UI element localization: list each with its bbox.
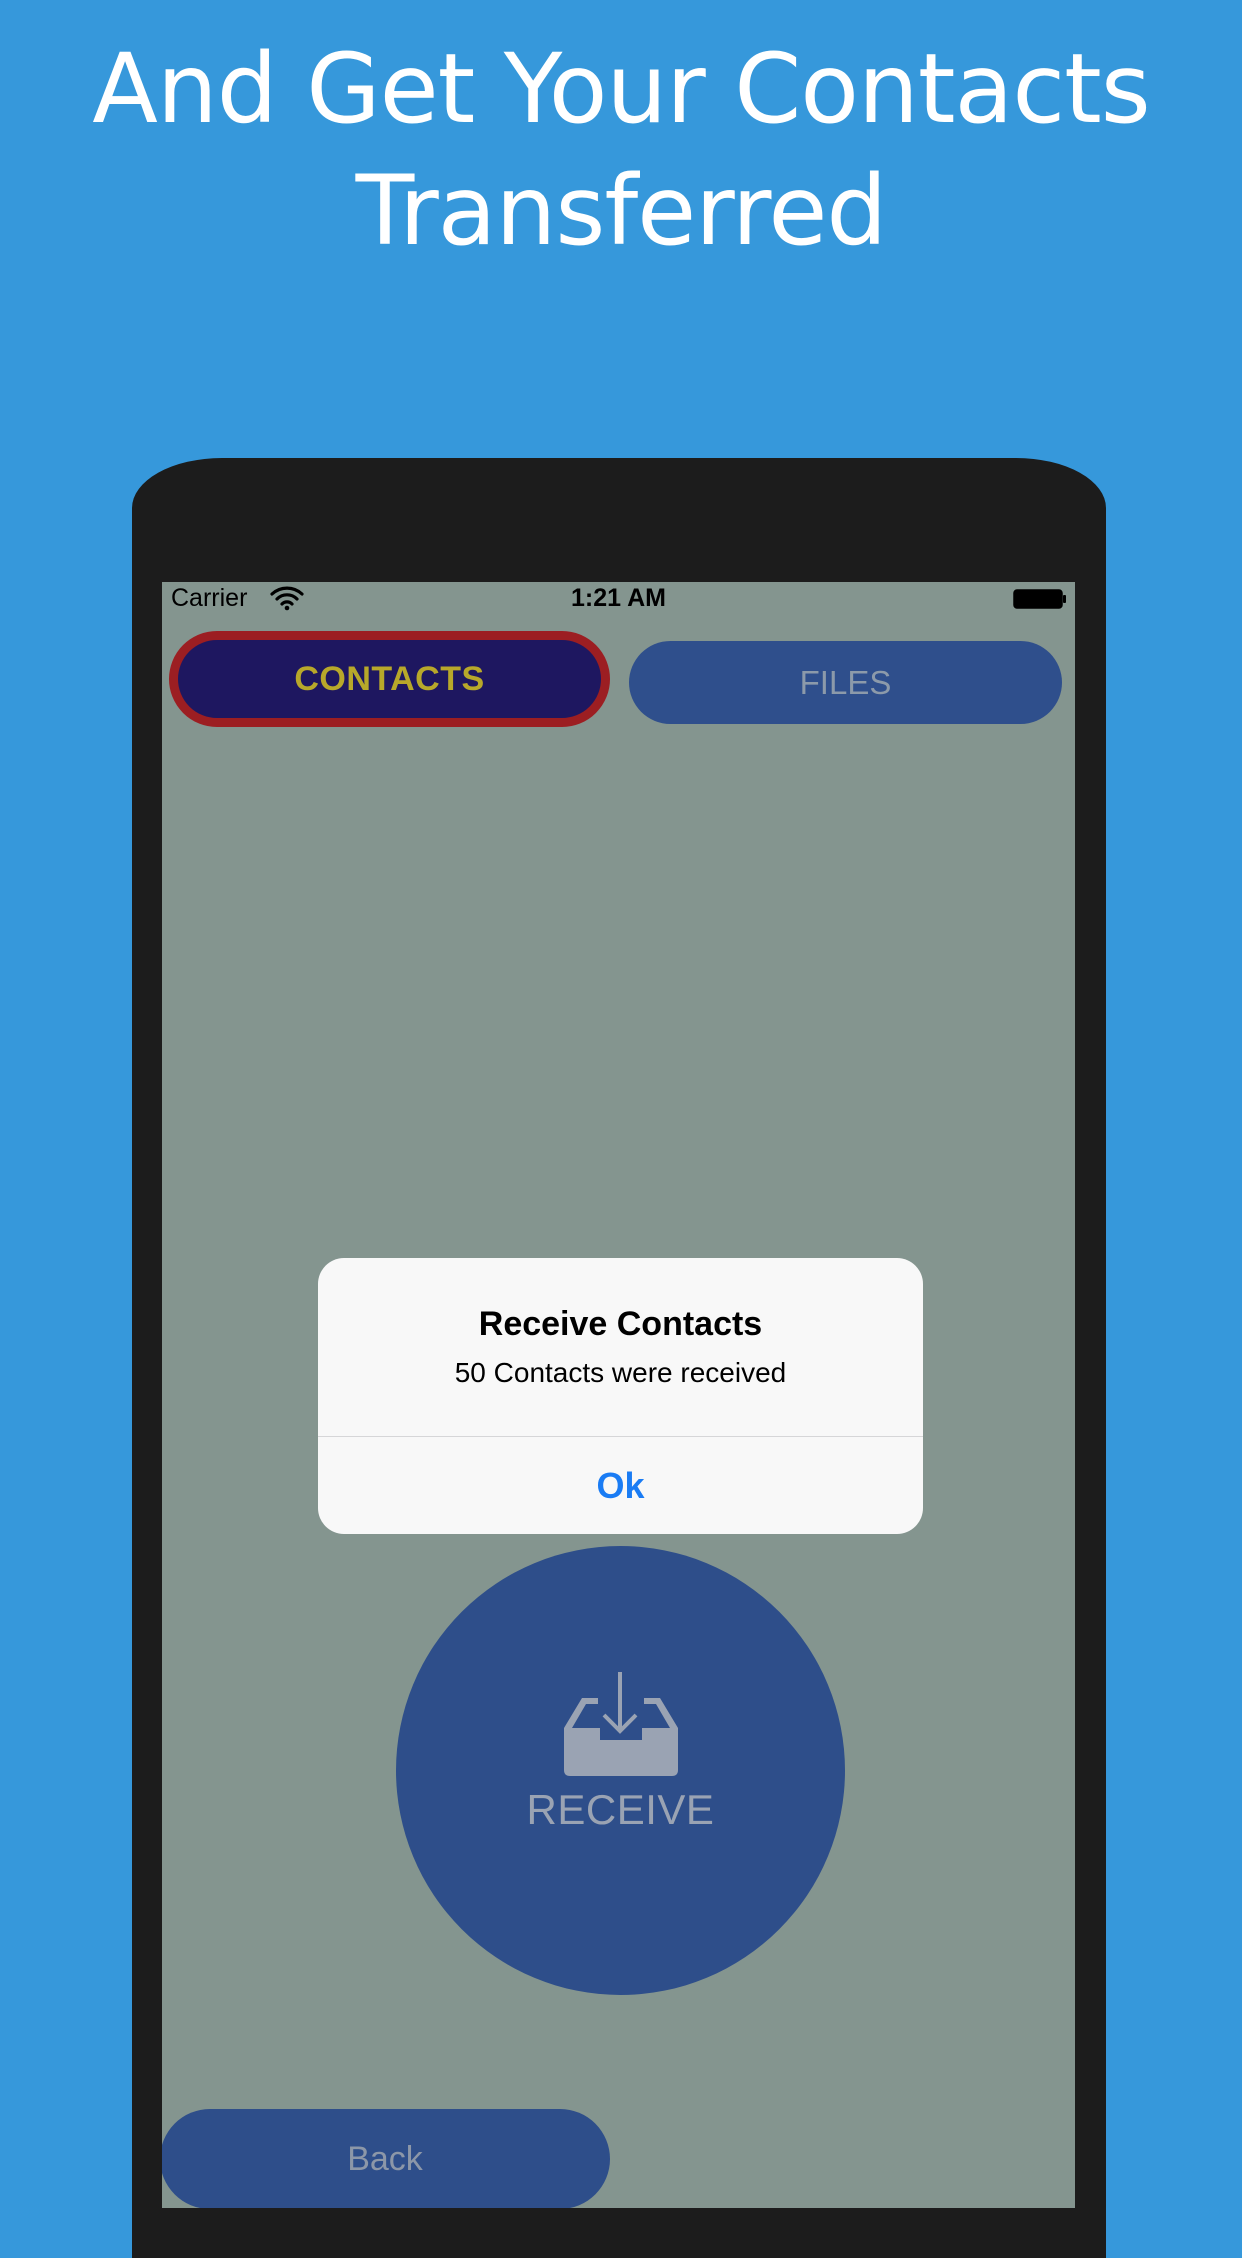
alert-dialog: Receive Contacts 50 Contacts were receiv… <box>318 1258 923 1534</box>
status-time: 1:21 AM <box>571 584 666 612</box>
receive-label: RECEIVE <box>526 1786 715 1833</box>
alert-message: 50 Contacts were received <box>454 1357 787 1388</box>
battery-icon <box>1013 589 1066 609</box>
back-button[interactable]: Back <box>162 2109 610 2208</box>
tab-contacts[interactable]: CONTACTS <box>169 631 610 727</box>
alert-title: Receive Contacts <box>478 1305 763 1343</box>
receive-button[interactable]: RECEIVE <box>396 1546 845 1995</box>
alert-ok-button[interactable]: Ok <box>318 1437 923 1534</box>
promo-headline-line2: Transferred <box>355 155 888 267</box>
status-bar: Carrier 1:21 AM <box>162 582 1075 616</box>
promo-headline: And Get Your Contacts Transferred <box>0 28 1242 272</box>
inbox-download-icon <box>564 1672 678 1776</box>
promo-headline-line1: And Get Your Contacts <box>92 33 1151 145</box>
tab-files[interactable]: FILES <box>629 641 1062 724</box>
